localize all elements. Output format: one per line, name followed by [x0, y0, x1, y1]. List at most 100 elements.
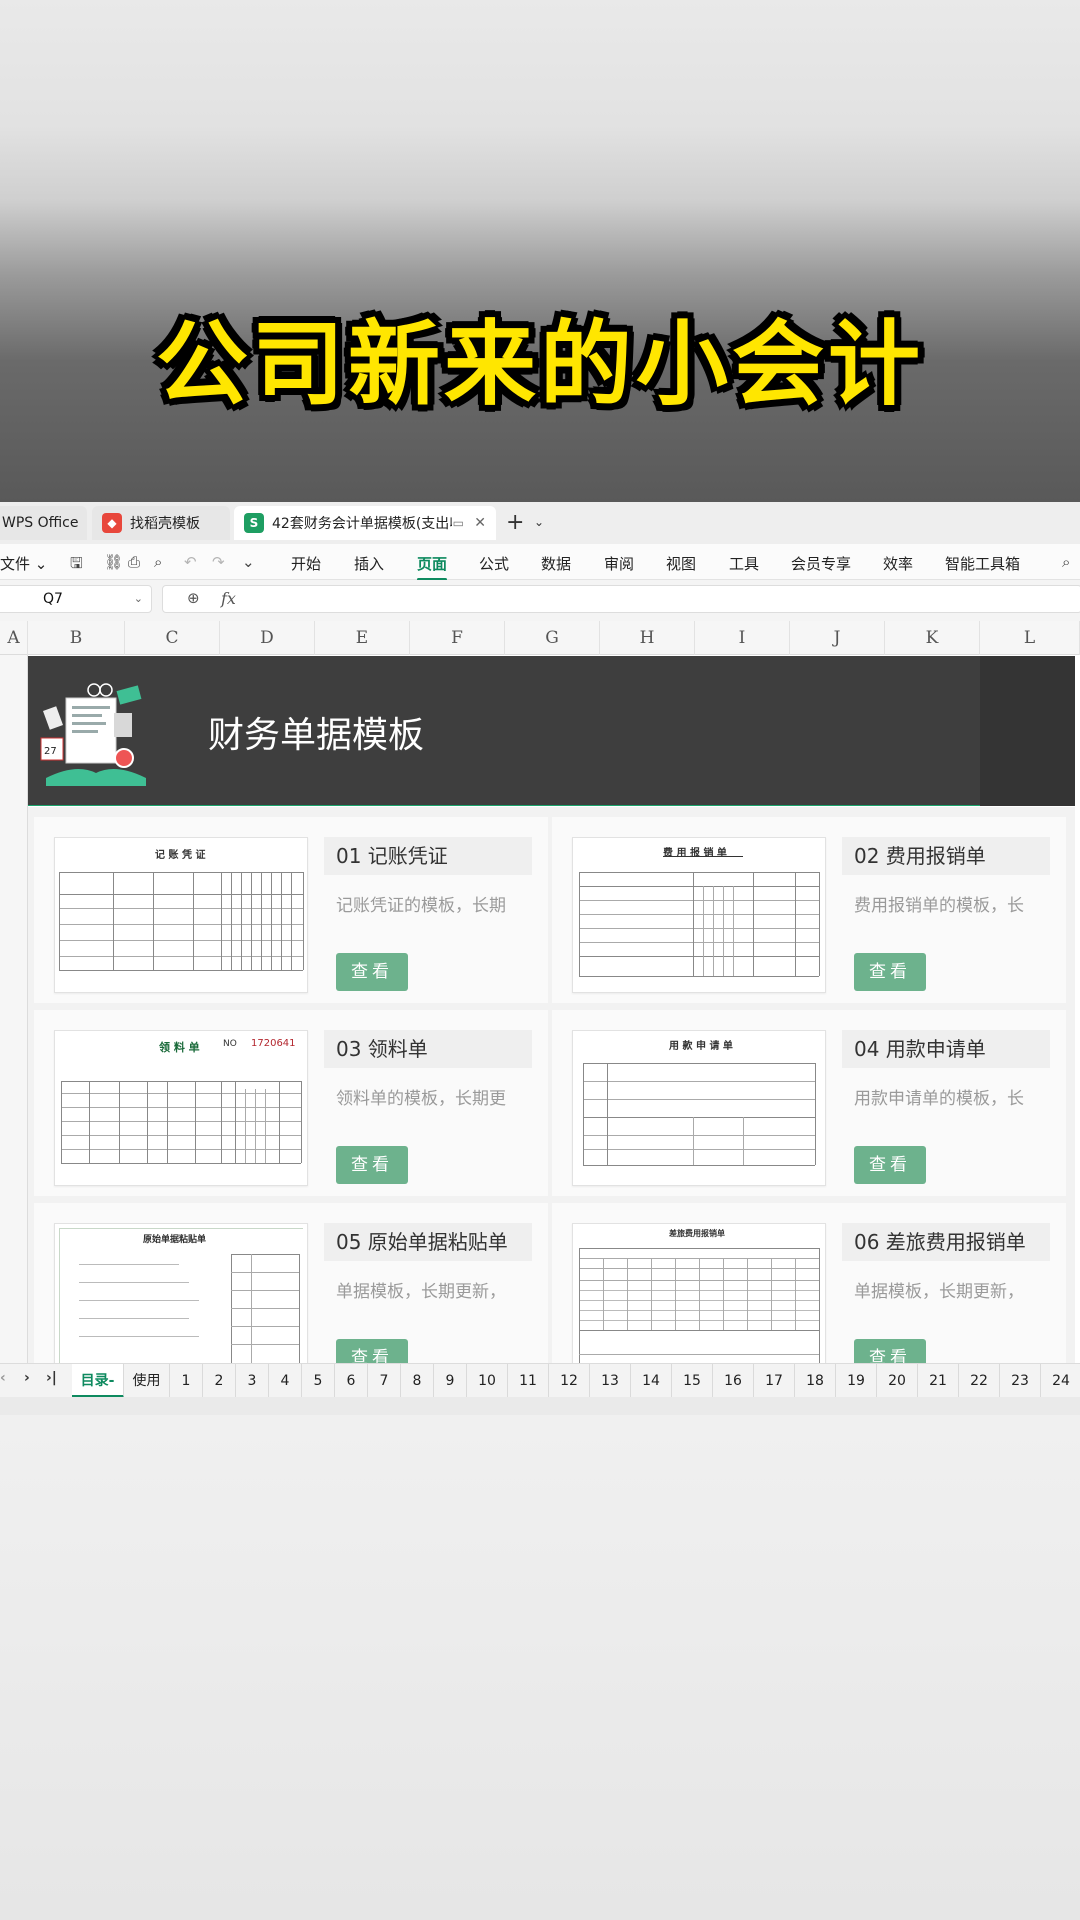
redo-icon[interactable]: ↷: [212, 553, 225, 571]
menu-smart-toolbox[interactable]: 智能工具箱: [945, 553, 1020, 574]
card-title: 03 领料单: [324, 1030, 532, 1068]
template-thumbnail[interactable]: 原始单据粘贴单: [54, 1223, 308, 1379]
tab-current-document[interactable]: S 42套财务会计单据模板(支出收 ▭ ✕: [234, 506, 496, 540]
worksheet[interactable]: 27 财务单据模板 记 账 凭 证 01 记账凭证 记账凭证的模板，长期 查看 …: [0, 655, 1080, 1389]
sheet-tab[interactable]: 19: [836, 1364, 877, 1398]
template-card: 费 用 报 销 单 02 费用报销单 费用报销单的模板，长 查看: [552, 817, 1066, 1003]
tab-wps-office[interactable]: WPS Office: [0, 506, 87, 540]
menu-page[interactable]: 页面: [417, 553, 448, 581]
last-sheet-icon[interactable]: ›|: [46, 1370, 57, 1386]
sheet-tab[interactable]: 目录-: [72, 1364, 124, 1398]
menu-file[interactable]: 文件 ⌄: [0, 553, 47, 574]
column-header: A B C D E F G H I J K L: [0, 621, 1080, 655]
sheet-tab[interactable]: 8: [401, 1364, 434, 1398]
menu-efficiency[interactable]: 效率: [883, 553, 913, 574]
name-box[interactable]: Q7 ⌄: [0, 585, 152, 613]
formula-input[interactable]: ⊕ fx: [162, 585, 1080, 613]
sheet-tab[interactable]: 12: [549, 1364, 590, 1398]
column-h[interactable]: H: [600, 621, 695, 655]
thumbnail-title: 领 料 单: [159, 1041, 200, 1054]
column-c[interactable]: C: [125, 621, 220, 655]
column-i[interactable]: I: [695, 621, 790, 655]
first-sheet-icon[interactable]: ‹: [0, 1370, 6, 1386]
tab-label: 找稻壳模板: [130, 516, 200, 532]
menu-formula[interactable]: 公式: [479, 553, 509, 574]
sheet-tab[interactable]: 4: [269, 1364, 302, 1398]
formula-bar: Q7 ⌄ ⊕ fx: [0, 580, 1080, 618]
sheet-tab[interactable]: 17: [754, 1364, 795, 1398]
column-k[interactable]: K: [885, 621, 980, 655]
zoom-icon[interactable]: ⊕: [187, 589, 200, 607]
thumbnail-no-label: NO: [223, 1039, 237, 1049]
sheet-tab[interactable]: 23: [1000, 1364, 1041, 1398]
ribbon-menu-bar: 文件 ⌄ 🖫 ⛓ ⎙ ⌕ ↶ ↷ ⌄ 开始 插入 页面 公式 数据 审阅 视图 …: [0, 544, 1080, 581]
template-thumbnail[interactable]: 差旅费用报销单: [572, 1223, 826, 1379]
tab-template-store[interactable]: ◆ 找稻壳模板: [92, 506, 230, 540]
chevron-down-icon[interactable]: ⌄: [534, 515, 544, 529]
fx-icon[interactable]: fx: [221, 589, 236, 608]
column-g[interactable]: G: [505, 621, 600, 655]
sheet-tab[interactable]: 10: [467, 1364, 508, 1398]
sheet-tab[interactable]: 2: [203, 1364, 236, 1398]
print-preview-icon[interactable]: ⌕: [154, 553, 162, 571]
menu-start[interactable]: 开始: [291, 553, 321, 574]
sheet-tab[interactable]: 13: [590, 1364, 631, 1398]
menu-member[interactable]: 会员专享: [791, 553, 851, 574]
template-thumbnail[interactable]: 领 料 单 NO 1720641: [54, 1030, 308, 1186]
close-icon[interactable]: ✕: [474, 515, 486, 531]
sheet-tab[interactable]: 11: [508, 1364, 549, 1398]
sheet-tab[interactable]: 使用: [124, 1364, 170, 1398]
column-f[interactable]: F: [410, 621, 505, 655]
sheet-tab[interactable]: 24: [1041, 1364, 1080, 1398]
card-description: 领料单的模板，长期更: [336, 1089, 506, 1109]
search-icon[interactable]: ⌕: [1062, 553, 1070, 571]
column-d[interactable]: D: [220, 621, 315, 655]
menu-insert[interactable]: 插入: [354, 553, 384, 574]
undo-icon[interactable]: ↶: [184, 553, 197, 571]
new-tab-icon[interactable]: +: [506, 510, 524, 535]
sheet-tab-bar: ‹ › ›| 目录- 使用 1 2 3 4 5 6 7 8 9 10 11 12 13 14 15 16 17 18 1…: [0, 1363, 1080, 1398]
column-a[interactable]: A: [0, 621, 28, 655]
menu-review[interactable]: 审阅: [604, 553, 634, 574]
finance-illustration-icon: 27: [40, 683, 146, 786]
sheet-tab[interactable]: 9: [434, 1364, 467, 1398]
view-button[interactable]: 查看: [854, 1146, 926, 1184]
sheet-tab[interactable]: 15: [672, 1364, 713, 1398]
next-sheet-icon[interactable]: ›: [24, 1370, 30, 1386]
template-thumbnail[interactable]: 记 账 凭 证: [54, 837, 308, 993]
monitor-icon[interactable]: ▭: [453, 516, 464, 530]
status-bar: [0, 1397, 1080, 1415]
chevron-down-icon[interactable]: ⌄: [134, 586, 143, 612]
banner-title: 财务单据模板: [208, 715, 425, 756]
sheet-tab[interactable]: 6: [335, 1364, 368, 1398]
sheet-tab[interactable]: 7: [368, 1364, 401, 1398]
sheet-tab[interactable]: 3: [236, 1364, 269, 1398]
sheet-tab[interactable]: 16: [713, 1364, 754, 1398]
link-icon[interactable]: ⛓: [104, 553, 123, 571]
menu-tools[interactable]: 工具: [729, 553, 759, 574]
more-chevron-icon[interactable]: ⌄: [242, 553, 255, 571]
save-icon[interactable]: 🖫: [70, 553, 83, 578]
column-b[interactable]: B: [28, 621, 125, 655]
sheet-tab[interactable]: 18: [795, 1364, 836, 1398]
sheet-tab[interactable]: 20: [877, 1364, 918, 1398]
video-bottom-background: [0, 1415, 1080, 1920]
sheet-tab[interactable]: 1: [170, 1364, 203, 1398]
thumbnail-title: 差旅费用报销单: [669, 1229, 725, 1238]
column-e[interactable]: E: [315, 621, 410, 655]
menu-view[interactable]: 视图: [666, 553, 696, 574]
column-j[interactable]: J: [790, 621, 885, 655]
sheet-tab[interactable]: 22: [959, 1364, 1000, 1398]
sheet-tab[interactable]: 5: [302, 1364, 335, 1398]
view-button[interactable]: 查看: [854, 953, 926, 991]
template-thumbnail[interactable]: 费 用 报 销 单: [572, 837, 826, 993]
sheet-tab[interactable]: 14: [631, 1364, 672, 1398]
template-thumbnail[interactable]: 用 款 申 请 单: [572, 1030, 826, 1186]
print-icon[interactable]: ⎙: [128, 553, 140, 571]
menu-data[interactable]: 数据: [541, 553, 571, 574]
sheet-tab[interactable]: 21: [918, 1364, 959, 1398]
card-title: 05 原始单据粘贴单: [324, 1223, 532, 1261]
view-button[interactable]: 查看: [336, 953, 408, 991]
column-l[interactable]: L: [980, 621, 1080, 655]
view-button[interactable]: 查看: [336, 1146, 408, 1184]
